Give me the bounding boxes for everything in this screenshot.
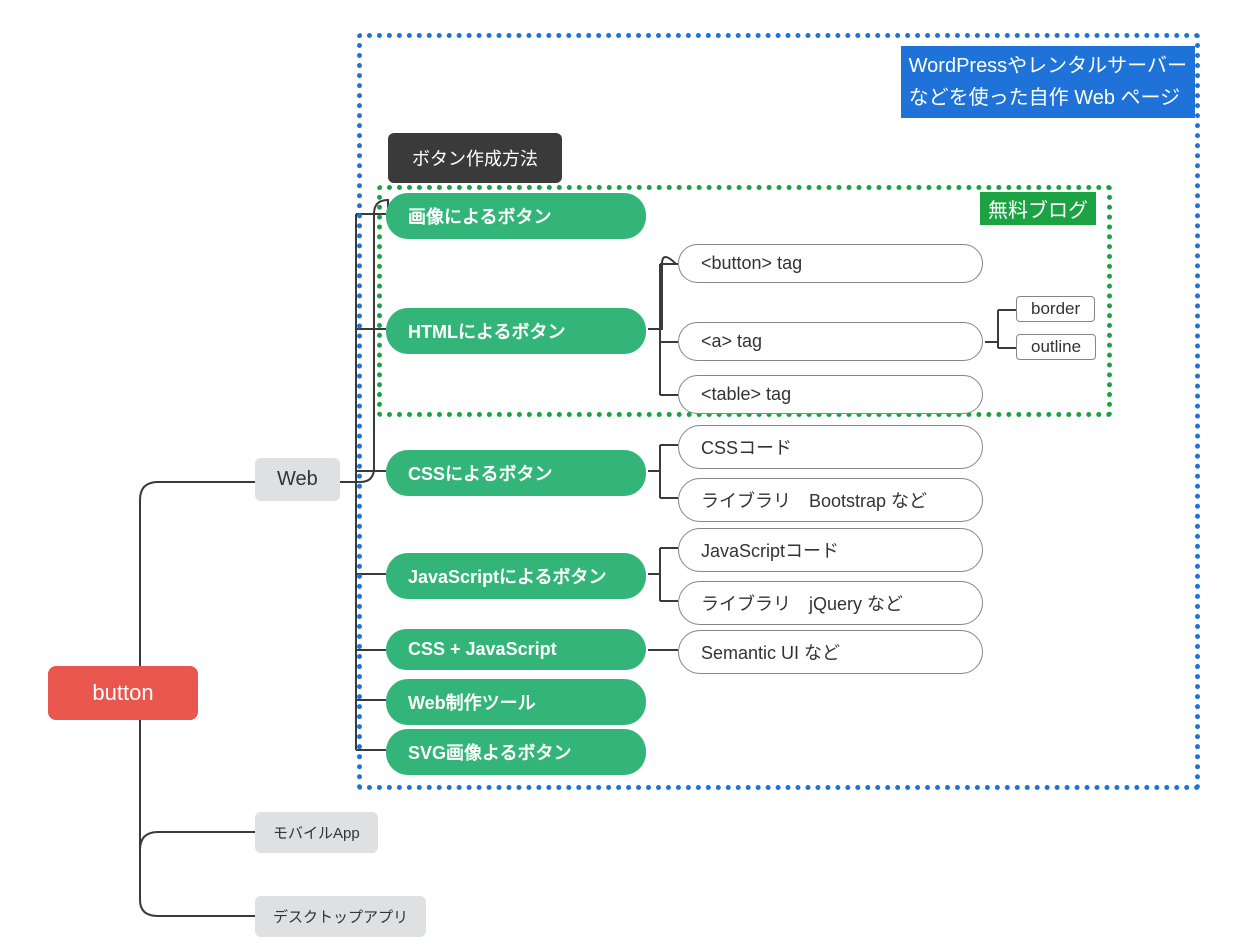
node-method-js: JavaScriptによるボタン xyxy=(386,553,646,599)
node-method-tool: Web制作ツール xyxy=(386,679,646,725)
node-mobile-app: モバイルApp xyxy=(255,812,378,853)
node-css-code: CSSコード xyxy=(678,425,983,469)
blue-badge-line2: などを使った自作 Web ページ xyxy=(909,87,1180,109)
node-html-a-tag: <a> tag xyxy=(678,322,983,361)
region-free-blog-label: 無料ブログ xyxy=(980,192,1096,225)
blue-badge-line1: WordPressやレンタルサーバー xyxy=(909,55,1187,77)
node-html-button-tag: <button> tag xyxy=(678,244,983,283)
node-method-image: 画像によるボタン xyxy=(386,193,646,239)
node-method-html: HTMLによるボタン xyxy=(386,308,646,354)
region-self-hosted-web-label: WordPressやレンタルサーバー などを使った自作 Web ページ xyxy=(901,46,1195,118)
node-css-lib: ライブラリ Bootstrap など xyxy=(678,478,983,522)
node-a-border: border xyxy=(1016,296,1095,322)
label-button-creation-methods: ボタン作成方法 xyxy=(388,133,562,183)
node-root-button: button xyxy=(48,666,198,720)
node-html-table-tag: <table> tag xyxy=(678,375,983,414)
node-js-lib: ライブラリ jQuery など xyxy=(678,581,983,625)
node-method-cssjs: CSS + JavaScript xyxy=(386,629,646,670)
node-method-css: CSSによるボタン xyxy=(386,450,646,496)
node-desktop-app: デスクトップアプリ xyxy=(255,896,426,937)
node-a-outline: outline xyxy=(1016,334,1096,360)
node-web: Web xyxy=(255,458,340,501)
node-cssjs-semantic: Semantic UI など xyxy=(678,630,983,674)
node-js-code: JavaScriptコード xyxy=(678,528,983,572)
node-method-svg: SVG画像よるボタン xyxy=(386,729,646,775)
